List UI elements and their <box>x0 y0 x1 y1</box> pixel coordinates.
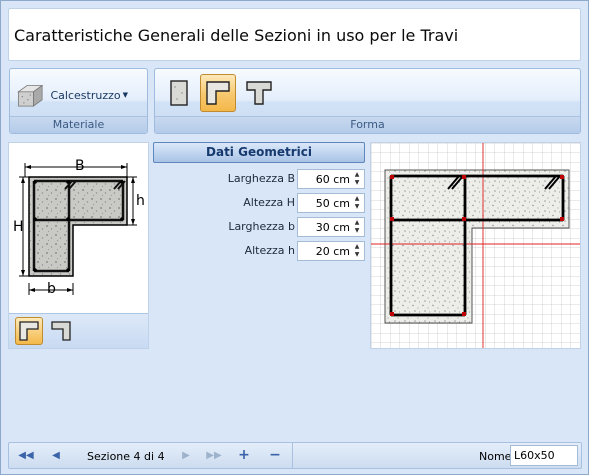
group-label-forma: Forma <box>155 116 580 133</box>
geometric-data-header: Dati Geometrici <box>153 142 365 163</box>
shape-rectangular-button[interactable] <box>161 74 197 112</box>
larghezza-B-spinbox[interactable]: 60 cm ▲ ▼ <box>297 169 365 189</box>
last-record-icon: ▶▶ <box>206 449 222 461</box>
page-title: Caratteristiche Generali delle Sezioni i… <box>14 26 459 45</box>
orientation-l-button[interactable] <box>15 317 43 345</box>
spin-buttons[interactable]: ▲ ▼ <box>352 195 362 211</box>
spin-buttons[interactable]: ▲ ▼ <box>352 243 362 259</box>
section-preview-canvas[interactable] <box>370 142 581 349</box>
name-field[interactable]: L60x50 <box>510 445 578 466</box>
spin-buttons[interactable]: ▲ ▼ <box>352 171 362 187</box>
orientation-toolbar <box>9 313 148 348</box>
param-value: 30 cm <box>315 221 350 234</box>
spin-down-icon[interactable]: ▼ <box>352 179 362 187</box>
dim-label-B: B <box>75 158 85 174</box>
param-label: Larghezza B <box>227 172 295 185</box>
shape-t-button[interactable] <box>241 74 277 112</box>
material-dropdown-button[interactable]: Calcestruzzo ▼ <box>16 77 128 113</box>
first-record-icon[interactable]: ◀◀ <box>17 448 35 462</box>
ribbon-group-forma: Forma <box>154 68 581 134</box>
status-bar: ◀◀ ◀ Sezione 4 di 4 ▶ ▶▶ + − Nome L60x50 <box>8 442 582 469</box>
larghezza-b-spinbox[interactable]: 30 cm ▲ ▼ <box>297 217 365 237</box>
param-value: 20 cm <box>315 245 350 258</box>
add-record-icon[interactable]: + <box>235 447 253 463</box>
section-schematic-panel: B H h b <box>8 142 149 349</box>
param-row-larghezza-B: Larghezza B 60 cm ▲ ▼ <box>153 169 365 189</box>
dim-label-b: b <box>47 281 56 297</box>
name-value: L60x50 <box>514 449 555 462</box>
altezza-h-spinbox[interactable]: 20 cm ▲ ▼ <box>297 241 365 261</box>
ribbon-group-materiale: Calcestruzzo ▼ Materiale <box>9 68 148 134</box>
spin-up-icon[interactable]: ▲ <box>352 243 362 251</box>
spin-up-icon[interactable]: ▲ <box>352 171 362 179</box>
concrete-block-icon <box>17 84 44 107</box>
param-row-altezza-H: Altezza H 50 cm ▲ ▼ <box>153 193 365 213</box>
next-record-icon: ▶ <box>182 449 190 461</box>
remove-record-icon[interactable]: − <box>266 447 284 463</box>
spin-up-icon[interactable]: ▲ <box>352 219 362 227</box>
l-orientation-icon <box>19 321 39 341</box>
spin-buttons[interactable]: ▲ ▼ <box>352 219 362 235</box>
dropdown-arrow-icon: ▼ <box>122 91 128 99</box>
param-label: Larghezza b <box>228 220 295 233</box>
l-mirrored-icon <box>51 321 71 341</box>
param-value: 50 cm <box>315 197 350 210</box>
rectangular-section-icon <box>170 80 188 106</box>
record-position: Sezione 4 di 4 <box>87 450 165 463</box>
spin-down-icon[interactable]: ▼ <box>352 251 362 259</box>
param-value: 60 cm <box>315 173 350 186</box>
dim-label-H: H <box>13 219 24 235</box>
title-bar: Caratteristiche Generali delle Sezioni i… <box>8 8 581 61</box>
orientation-l-mirror-button[interactable] <box>47 317 75 345</box>
param-label: Altezza h <box>244 244 295 257</box>
app-window: Caratteristiche Generali delle Sezioni i… <box>0 0 589 475</box>
record-navigator: ◀◀ ◀ Sezione 4 di 4 ▶ ▶▶ + − <box>9 443 293 468</box>
material-label: Calcestruzzo <box>50 88 121 102</box>
shape-l-button[interactable] <box>200 74 236 112</box>
altezza-H-spinbox[interactable]: 50 cm ▲ ▼ <box>297 193 365 213</box>
l-section-icon <box>206 81 230 105</box>
section-schematic-drawing: B H h b <box>13 158 145 297</box>
spin-up-icon[interactable]: ▲ <box>352 195 362 203</box>
section-preview-drawing <box>371 143 580 348</box>
param-row-larghezza-b: Larghezza b 30 cm ▲ ▼ <box>153 217 365 237</box>
t-section-icon <box>246 81 272 105</box>
param-row-altezza-h: Altezza h 20 cm ▲ ▼ <box>153 241 365 261</box>
name-label: Nome <box>479 450 512 463</box>
param-label: Altezza H <box>243 196 295 209</box>
group-label-materiale: Materiale <box>10 116 147 133</box>
dim-label-h: h <box>136 193 145 209</box>
prev-record-icon[interactable]: ◀ <box>47 448 65 462</box>
spin-down-icon[interactable]: ▼ <box>352 203 362 211</box>
spin-down-icon[interactable]: ▼ <box>352 227 362 235</box>
